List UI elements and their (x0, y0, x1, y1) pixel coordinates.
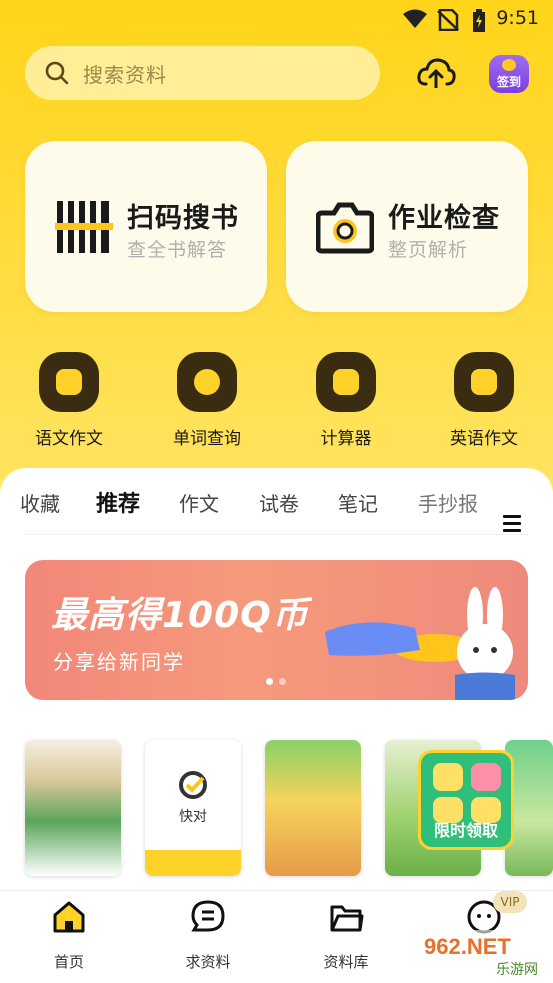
cloud-upload-icon[interactable] (416, 56, 456, 92)
banner-headline: 最高得100Q币 (51, 595, 309, 636)
vip-badge: VIP (493, 891, 527, 913)
tool-label: 计算器 (320, 429, 372, 449)
checkin-button[interactable]: 签到 (489, 55, 529, 93)
scan-search-book-card[interactable]: 扫码搜书 查全书解答 (25, 141, 267, 312)
chat-request-icon (191, 900, 225, 932)
menu-icon[interactable] (503, 515, 521, 532)
tool-english-essay[interactable]: 英语作文 (434, 352, 534, 449)
svg-text:962.NET: 962.NET (424, 934, 511, 959)
folder-icon (330, 905, 364, 932)
english-icon (454, 352, 514, 412)
no-sim-icon (437, 9, 459, 31)
coin-icon (502, 59, 516, 71)
watermark-logo: 962.NET 乐游网 (418, 930, 548, 978)
category-tabs: 收藏 推荐 作文 试卷 笔记 手抄报 (0, 486, 553, 532)
tab-favorites[interactable]: 收藏 (20, 488, 60, 517)
tool-calculator[interactable]: 计算器 (296, 352, 396, 449)
content-panel: 收藏 推荐 作文 试卷 笔记 手抄报 最高得100Q币 分享给新同学 快对 限时… (0, 468, 553, 898)
search-icon (45, 61, 69, 85)
promo-label: 限时领取 (433, 821, 498, 840)
pen-nib-icon (39, 352, 99, 412)
card-subtitle: 整页解析 (388, 239, 469, 261)
tab-handcopy[interactable]: 手抄报 (418, 488, 478, 517)
nav-label: 资料库 (323, 953, 369, 971)
search-placeholder: 搜索资料 (83, 62, 167, 87)
book-cover-kuaidui[interactable]: 快对 (145, 740, 241, 876)
card-title: 扫码搜书 (127, 203, 239, 234)
nav-label: 首页 (53, 953, 84, 971)
word-search-icon (177, 352, 237, 412)
barcode-icon (55, 201, 113, 253)
tab-label: 推荐 (96, 492, 141, 517)
card-subtitle: 查全书解答 (127, 239, 228, 261)
status-time: 9:51 (496, 7, 539, 29)
search-bar[interactable]: 搜索资料 (25, 46, 380, 100)
homework-check-card[interactable]: 作业检查 整页解析 (286, 141, 528, 312)
rabbit-mascot-icon (325, 587, 515, 700)
svg-text:乐游网: 乐游网 (496, 962, 538, 978)
banner-subline: 分享给新同学 (53, 650, 185, 674)
home-icon (53, 901, 85, 933)
tool-label: 英语作文 (450, 429, 518, 449)
tool-label: 语文作文 (35, 429, 103, 449)
kuaidui-logo-icon (179, 771, 207, 799)
tool-chinese-essay[interactable]: 语文作文 (19, 352, 119, 449)
book-cover[interactable] (265, 740, 361, 876)
tab-exam[interactable]: 试卷 (259, 488, 299, 517)
wifi-icon (403, 9, 427, 28)
book-label: 快对 (179, 809, 207, 825)
card-title: 作业检查 (388, 203, 500, 234)
tabs-divider (25, 534, 528, 535)
promo-banner[interactable]: 最高得100Q币 分享给新同学 (25, 560, 528, 700)
limited-offer-popup[interactable]: 限时领取 (418, 750, 514, 850)
status-bar: 9:51 (0, 0, 553, 38)
tab-essay[interactable]: 作文 (179, 488, 219, 517)
book-cover[interactable] (25, 740, 121, 876)
nav-label: 求资料 (185, 953, 231, 971)
nav-library[interactable]: 资料库 (306, 899, 386, 972)
camera-icon (316, 202, 374, 254)
calculator-icon (316, 352, 376, 412)
carousel-dot (279, 678, 286, 685)
carousel-dot-active (266, 678, 273, 685)
tool-word-lookup[interactable]: 单词查询 (157, 352, 257, 449)
nav-home[interactable]: 首页 (29, 899, 109, 972)
nav-request[interactable]: 求资料 (168, 899, 248, 972)
tab-notes[interactable]: 笔记 (338, 488, 378, 517)
tab-recommended[interactable]: 推荐 (96, 486, 141, 520)
checkin-label: 签到 (496, 75, 521, 89)
battery-charging-icon (473, 9, 485, 32)
tool-label: 单词查询 (173, 429, 241, 449)
